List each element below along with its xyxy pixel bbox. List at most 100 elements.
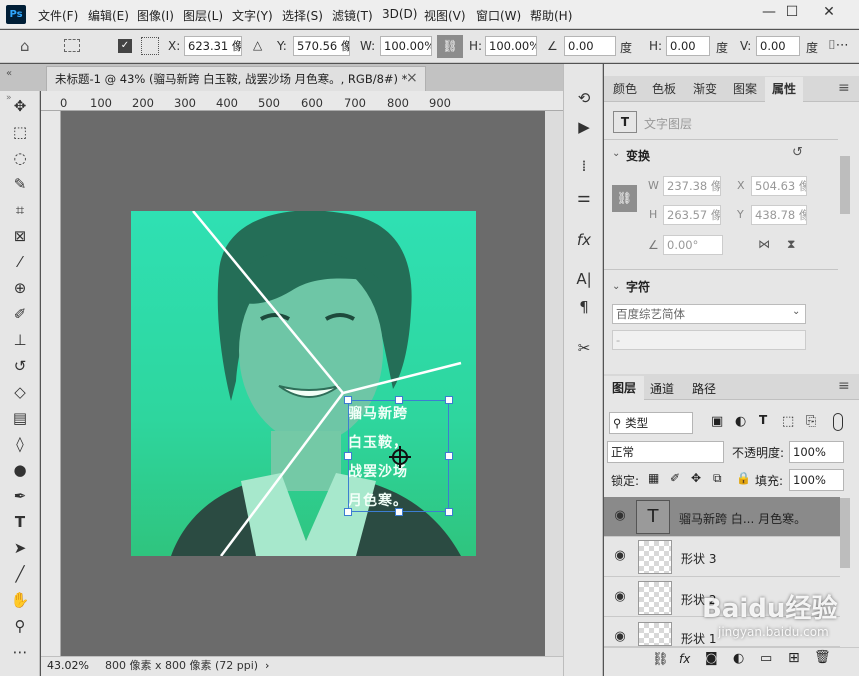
lock-position-icon[interactable]: ✥ <box>691 471 701 485</box>
layers-menu-icon[interactable]: ≡ <box>838 378 850 394</box>
gradient-tool-icon[interactable]: ▤ <box>8 407 32 429</box>
h-skew-field[interactable]: 0.00 <box>666 36 710 56</box>
actions-play-icon[interactable]: ▶ <box>573 116 595 138</box>
layer-filter-select[interactable]: ⚲ 类型 <box>609 412 693 434</box>
close-tab-icon[interactable]: × <box>406 70 418 86</box>
menu-layer[interactable]: 图层(L) <box>183 7 223 24</box>
delta-icon[interactable]: △ <box>253 38 262 52</box>
tab-layers[interactable]: 图层 <box>604 376 644 400</box>
smart-object-filter-icon[interactable]: ⎘ <box>806 414 816 429</box>
history-icon[interactable]: ⟲ <box>573 87 595 109</box>
chevron-down-icon[interactable]: ⌄ <box>612 281 620 292</box>
transform-handle[interactable] <box>395 396 403 404</box>
adjustment-icon[interactable]: ◐ <box>733 651 744 666</box>
transform-handle[interactable] <box>445 396 453 404</box>
link-icon[interactable]: ⛓ <box>652 652 669 667</box>
pen-tool-icon[interactable]: ✒ <box>8 485 32 507</box>
brush-settings-icon[interactable]: ⁞ <box>573 155 595 177</box>
type-tool-icon[interactable]: T <box>8 511 32 533</box>
opacity-field[interactable]: 100% <box>789 441 844 463</box>
panel-menu-icon[interactable]: ≡ <box>838 80 850 96</box>
link-aspect-icon[interactable]: ⛓ <box>437 35 463 58</box>
shape-filter-icon[interactable]: ⬚ <box>782 414 794 429</box>
path-select-tool-icon[interactable]: ➤ <box>8 537 32 559</box>
transform-height-field[interactable]: 263.57 像素 <box>663 205 721 225</box>
transform-width-field[interactable]: 237.38 像素 <box>663 176 721 196</box>
transform-handle[interactable] <box>344 452 352 460</box>
stamp-tool-icon[interactable]: ⊥ <box>8 329 32 351</box>
fill-field[interactable]: 100% <box>789 469 844 491</box>
menu-select[interactable]: 选择(S) <box>282 7 323 24</box>
link-dimensions-icon[interactable]: ⛓ <box>612 185 637 212</box>
folder-icon[interactable]: ▭ <box>760 651 772 666</box>
tab-properties[interactable]: 属性 <box>765 77 803 102</box>
layers-scrollbar[interactable] <box>840 498 850 568</box>
tab-paths[interactable]: 路径 <box>692 380 716 397</box>
crop-tool-icon[interactable]: ⌗ <box>8 199 32 221</box>
lock-transparent-icon[interactable]: ▦ <box>648 471 659 485</box>
home-icon[interactable]: ⌂ <box>20 37 30 55</box>
transform-handle[interactable] <box>445 452 453 460</box>
adjustments-sliders-icon[interactable]: ⚌ <box>573 186 595 208</box>
x-position-field[interactable]: 623.31 像素 <box>184 36 242 56</box>
lock-artboard-icon[interactable]: ⧉ <box>713 471 722 486</box>
fx-icon[interactable]: fx <box>679 652 690 666</box>
menu-help[interactable]: 帮助(H) <box>530 7 572 24</box>
layer-name[interactable]: 形状 3 <box>681 550 716 567</box>
healing-tool-icon[interactable]: ⊕ <box>8 277 32 299</box>
blur-tool-icon[interactable]: ◊ <box>8 433 32 455</box>
trash-icon[interactable]: 🗑 <box>814 650 831 665</box>
pixel-filter-icon[interactable]: ▣ <box>711 414 723 429</box>
filter-toggle[interactable] <box>833 413 843 431</box>
frame-tool-icon[interactable]: ⊠ <box>8 225 32 247</box>
type-filter-icon[interactable]: T <box>759 413 767 427</box>
tool-presets-icon[interactable]: ✂ <box>573 337 595 359</box>
layer-name[interactable]: 骝马新跨 白... 月色寒。 <box>679 510 806 527</box>
interpolation-icon[interactable]: ⌷⋯ <box>828 38 849 53</box>
menu-file[interactable]: 文件(F) <box>38 7 78 24</box>
y-position-field[interactable]: 570.56 像素 <box>293 36 350 56</box>
line-tool-icon[interactable]: ╱ <box>8 563 32 585</box>
lock-all-icon[interactable]: 🔒 <box>736 471 751 485</box>
menu-image[interactable]: 图像(I) <box>137 7 174 24</box>
blend-mode-select[interactable]: 正常 <box>607 441 724 463</box>
menu-window[interactable]: 窗口(W) <box>476 7 521 24</box>
transform-y-field[interactable]: 438.78 像素 <box>751 205 807 225</box>
brush-tool-icon[interactable]: ✐ <box>8 303 32 325</box>
tab-gradients[interactable]: 渐变 <box>687 77 723 102</box>
height-percent-field[interactable]: 100.00% <box>485 36 537 56</box>
visibility-eye-icon[interactable]: ◉ <box>613 548 627 563</box>
eyedropper-tool-icon[interactable]: ⁄ <box>8 251 32 273</box>
styles-fx-icon[interactable]: fx <box>573 229 595 251</box>
more-tools-icon[interactable]: ⋯ <box>8 641 32 663</box>
reference-point-checkbox[interactable]: ✓ <box>118 39 132 53</box>
document-tab[interactable]: 未标题-1 @ 43% (骝马新跨 白玉鞍, 战罢沙场 月色寒。, RGB/8#… <box>46 66 426 91</box>
quick-select-tool-icon[interactable]: ✎ <box>8 173 32 195</box>
hand-tool-icon[interactable]: ✋ <box>8 589 32 611</box>
history-brush-tool-icon[interactable]: ↺ <box>8 355 32 377</box>
marquee-preset-icon[interactable] <box>64 39 80 52</box>
menu-3d[interactable]: 3D(D) <box>382 7 417 21</box>
visibility-eye-icon[interactable]: ◉ <box>613 589 627 604</box>
marquee-tool-icon[interactable]: ⬚ <box>8 121 32 143</box>
status-menu-arrow[interactable]: › <box>265 657 269 675</box>
paragraph-panel-icon[interactable]: ¶ <box>573 296 595 318</box>
collapse-icon[interactable]: « <box>6 68 12 79</box>
transform-handle[interactable] <box>395 508 403 516</box>
lock-image-icon[interactable]: ✐ <box>670 471 680 485</box>
v-skew-field[interactable]: 0.00 <box>756 36 800 56</box>
visibility-eye-icon[interactable]: ◉ <box>613 629 627 644</box>
maximize-button[interactable]: ☐ <box>777 2 807 24</box>
tab-swatches[interactable]: 色板 <box>646 77 682 102</box>
chevron-down-icon[interactable]: ⌄ <box>612 148 620 159</box>
properties-scrollbar[interactable] <box>840 156 850 214</box>
tab-patterns[interactable]: 图案 <box>727 77 763 102</box>
chevron-down-icon[interactable]: ⌄ <box>792 306 800 317</box>
vertical-scrollbar[interactable] <box>545 111 563 656</box>
menu-type[interactable]: 文字(Y) <box>232 7 273 24</box>
zoom-tool-icon[interactable]: ⚲ <box>8 615 32 637</box>
adjustment-filter-icon[interactable]: ◐ <box>735 414 746 429</box>
font-family-select[interactable]: 百度综艺简体 <box>612 304 806 324</box>
menu-view[interactable]: 视图(V) <box>424 7 466 24</box>
reference-point-icon[interactable] <box>388 445 412 469</box>
